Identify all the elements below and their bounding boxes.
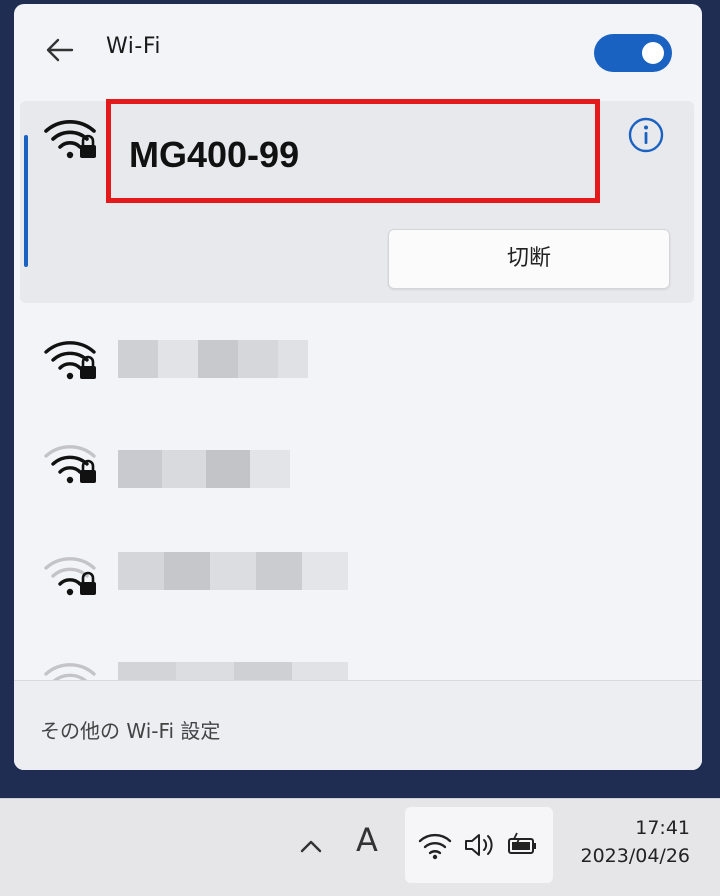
- clock-time: 17:41: [635, 817, 690, 839]
- quick-settings-button[interactable]: [405, 807, 553, 883]
- page-title: Wi-Fi: [106, 34, 161, 59]
- speaker-icon: [465, 834, 493, 856]
- wifi-header: Wi-Fi: [14, 4, 702, 96]
- info-icon[interactable]: [627, 116, 665, 154]
- flyout-footer: その他の Wi-Fi 設定: [14, 680, 702, 770]
- taskbar-clock[interactable]: 17:41 2023/04/26: [566, 817, 690, 867]
- wifi-secured-icon: [44, 557, 96, 596]
- more-wifi-settings-link[interactable]: その他の Wi-Fi 設定: [40, 715, 220, 744]
- wifi-secured-icon: [44, 445, 96, 484]
- network-name: MG400-99: [129, 134, 300, 175]
- obscured-network-name: [118, 662, 348, 680]
- wifi-secured-icon: [44, 341, 96, 380]
- wifi-icon: [418, 833, 452, 860]
- wifi-flyout-panel: Wi-Fi MG400-99 切断 その他の Wi-Fi 設定: [14, 4, 702, 770]
- network-list-item[interactable]: [14, 534, 702, 634]
- chevron-up-icon[interactable]: [296, 833, 326, 859]
- battery-icon: [508, 832, 536, 854]
- wifi-secured-icon: [44, 120, 96, 159]
- toggle-knob: [642, 42, 664, 64]
- wifi-toggle[interactable]: [594, 34, 672, 72]
- clock-date: 2023/04/26: [580, 845, 690, 867]
- highlight-box: MG400-99: [106, 99, 600, 203]
- obscured-network-name: [118, 450, 290, 488]
- wifi-secured-icon: [44, 663, 96, 680]
- disconnect-button[interactable]: 切断: [388, 229, 670, 289]
- obscured-network-name: [118, 552, 348, 590]
- back-arrow-icon[interactable]: [44, 36, 76, 64]
- network-list-item[interactable]: [14, 312, 702, 412]
- taskbar: A 17:41 2023/04/26: [0, 798, 720, 896]
- network-list-item[interactable]: [14, 640, 702, 680]
- network-list-item[interactable]: [14, 426, 702, 526]
- ime-indicator[interactable]: A: [356, 821, 378, 859]
- obscured-network-name: [118, 340, 308, 378]
- selection-accent-bar: [24, 135, 28, 267]
- connected-network-item[interactable]: MG400-99 切断: [20, 99, 694, 303]
